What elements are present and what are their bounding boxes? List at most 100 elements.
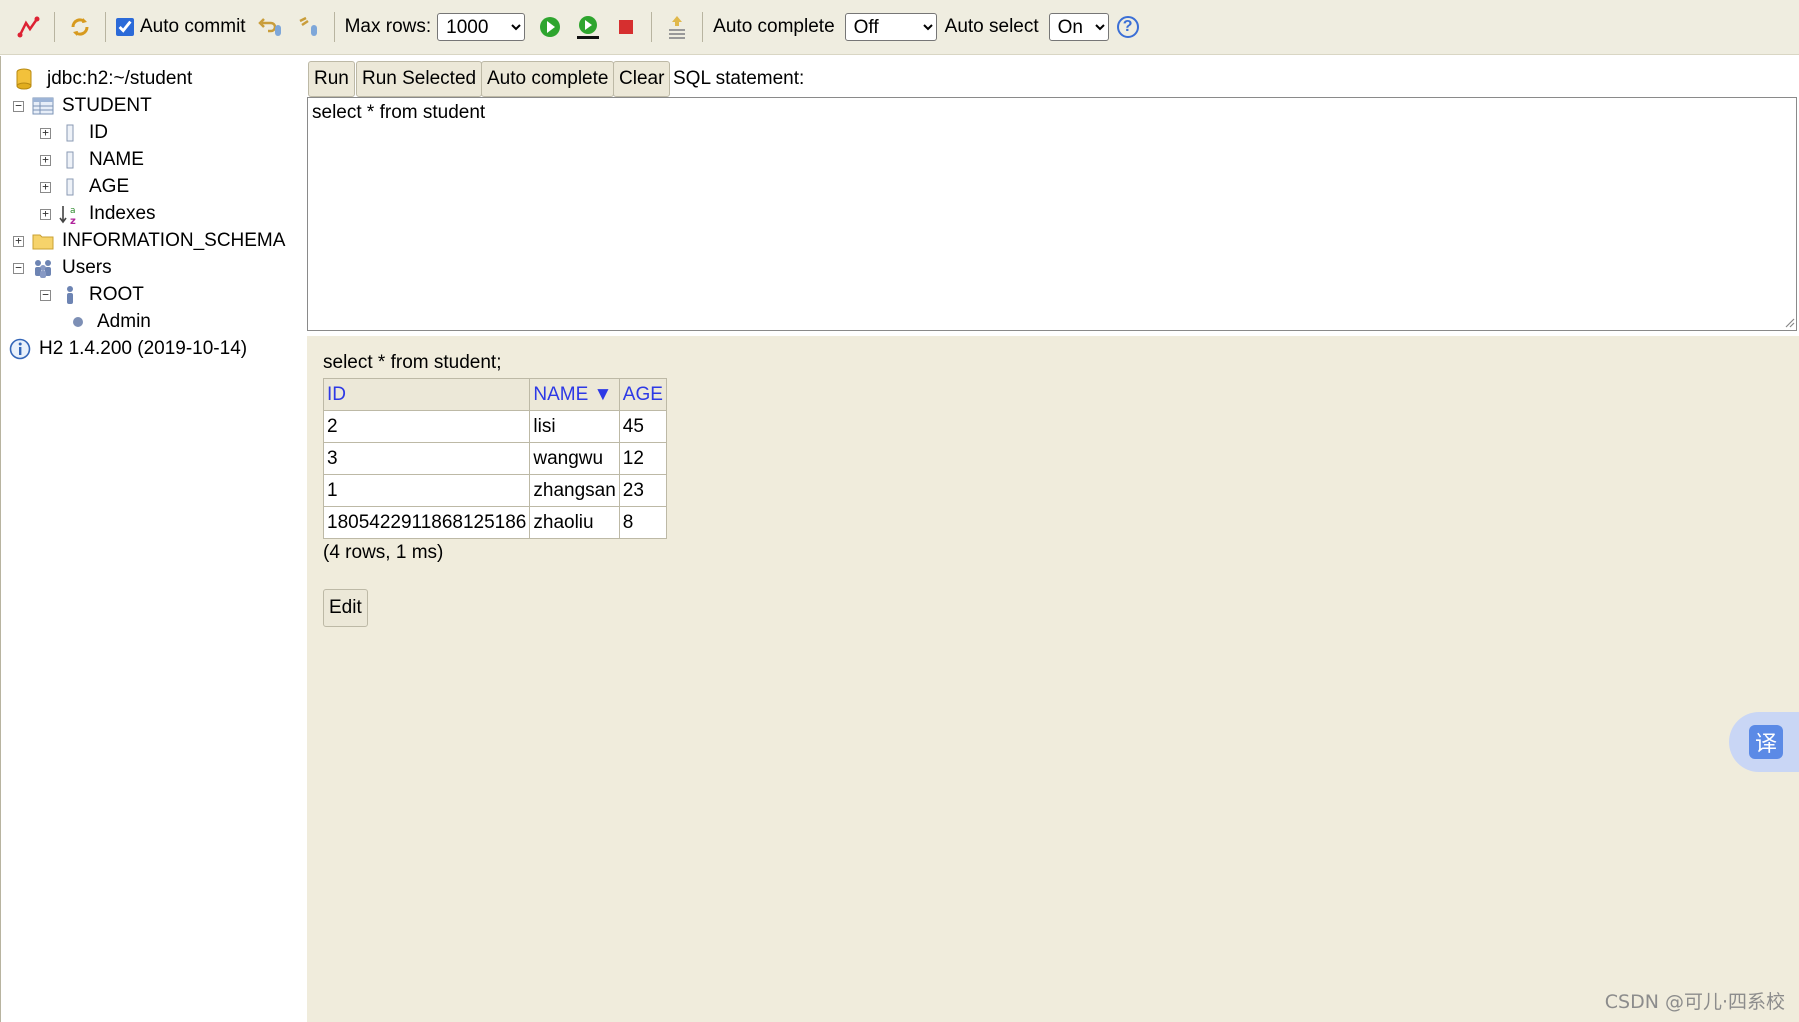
auto-commit-checkbox[interactable] bbox=[116, 18, 134, 36]
run-selected-icon[interactable] bbox=[573, 12, 603, 42]
auto-commit-label: Auto commit bbox=[140, 16, 246, 37]
help-icon[interactable]: ? bbox=[1116, 16, 1139, 38]
expand-toggle[interactable]: + bbox=[13, 235, 24, 247]
table-icon bbox=[32, 95, 54, 117]
connection-url: jdbc:h2:~/student bbox=[47, 68, 193, 89]
result-query: select * from student; bbox=[323, 352, 502, 373]
collapse-toggle[interactable]: − bbox=[13, 262, 24, 274]
cell-name: lisi bbox=[529, 410, 620, 443]
column-header-id[interactable]: ID bbox=[322, 378, 531, 411]
column-name: ID bbox=[89, 122, 108, 143]
info-icon bbox=[9, 338, 31, 360]
resize-grip-icon[interactable] bbox=[1783, 316, 1795, 328]
cell-id: 1 bbox=[322, 474, 531, 507]
tree-user-role[interactable]: Admin bbox=[67, 309, 151, 335]
toolbar-separator bbox=[105, 12, 106, 42]
tree-users[interactable]: − Users bbox=[13, 255, 112, 281]
toolbar-separator bbox=[702, 12, 704, 42]
history-icon[interactable] bbox=[662, 12, 692, 42]
toolbar-separator bbox=[651, 12, 653, 42]
indexes-label: Indexes bbox=[89, 203, 156, 224]
user-name: ROOT bbox=[89, 284, 144, 305]
tree-indexes[interactable]: + az Indexes bbox=[40, 201, 156, 227]
sql-editor[interactable]: select * from student bbox=[307, 97, 1797, 331]
users-icon bbox=[32, 257, 54, 279]
tree-column-age[interactable]: + AGE bbox=[40, 174, 129, 200]
tree-column-name[interactable]: + NAME bbox=[40, 147, 144, 173]
max-rows-label: Max rows: bbox=[344, 16, 432, 37]
disconnect-icon[interactable] bbox=[14, 12, 44, 42]
run-selected-button[interactable]: Run Selected bbox=[356, 61, 483, 97]
column-name: NAME bbox=[89, 149, 144, 170]
toolbar-separator bbox=[333, 12, 335, 42]
run-icon[interactable] bbox=[535, 12, 565, 42]
collapse-toggle[interactable]: − bbox=[40, 289, 51, 301]
cell-id: 2 bbox=[322, 410, 531, 443]
column-name: AGE bbox=[89, 176, 130, 197]
cell-name: wangwu bbox=[529, 442, 620, 475]
tree-information-schema[interactable]: + INFORMATION_SCHEMA bbox=[13, 228, 285, 254]
tree-user-root[interactable]: − ROOT bbox=[40, 282, 144, 308]
column-icon bbox=[59, 149, 81, 171]
schema-tree: jdbc:h2:~/student − STUDENT + ID + NAME … bbox=[0, 56, 307, 1022]
expand-toggle[interactable]: + bbox=[40, 154, 51, 166]
edit-button[interactable]: Edit bbox=[323, 589, 368, 627]
sql-panel: Run Run Selected Auto complete Clear SQL… bbox=[307, 56, 1799, 336]
table-row: 3 wangwu 12 bbox=[322, 442, 667, 475]
collapse-toggle[interactable]: − bbox=[13, 100, 24, 112]
index-sort-icon: az bbox=[59, 203, 81, 225]
run-button[interactable]: Run bbox=[308, 61, 355, 97]
expand-toggle[interactable]: + bbox=[40, 208, 51, 220]
expand-toggle[interactable]: + bbox=[40, 127, 51, 139]
cell-id: 1805422911868125186 bbox=[322, 506, 531, 539]
cell-age: 8 bbox=[618, 506, 667, 539]
translate-icon: 译 bbox=[1749, 725, 1783, 759]
table-row: 1 zhangsan 23 bbox=[322, 474, 667, 507]
table-name: STUDENT bbox=[62, 95, 152, 116]
users-label: Users bbox=[62, 257, 112, 278]
result-table: ID NAME ▼ AGE 2 lisi 45 3 wangwu 12 1 zh… bbox=[322, 378, 667, 539]
version-label: H2 1.4.200 (2019-10-14) bbox=[39, 338, 248, 359]
bullet-icon bbox=[67, 311, 89, 333]
cell-age: 45 bbox=[618, 410, 667, 443]
rollback-icon[interactable] bbox=[256, 12, 286, 42]
table-row: 1805422911868125186 zhaoliu 8 bbox=[322, 506, 667, 539]
table-row: 2 lisi 45 bbox=[322, 410, 667, 443]
sql-statement-label: SQL statement: bbox=[673, 68, 805, 89]
expand-toggle[interactable]: + bbox=[40, 181, 51, 193]
database-icon bbox=[13, 68, 35, 90]
toolbar-separator bbox=[54, 12, 55, 42]
tree-connection[interactable]: jdbc:h2:~/student bbox=[13, 66, 192, 92]
watermark: CSDN @可儿·四系校 bbox=[1604, 991, 1785, 1013]
auto-select-select[interactable]: On bbox=[1048, 13, 1109, 41]
auto-complete-select[interactable]: Off bbox=[844, 13, 937, 41]
toolbar: Auto commit Max rows: 1000 Auto complete… bbox=[0, 0, 1799, 55]
auto-complete-label: Auto complete bbox=[713, 16, 835, 37]
commit-icon[interactable] bbox=[294, 12, 324, 42]
schema-name: INFORMATION_SCHEMA bbox=[62, 230, 286, 251]
translate-widget[interactable]: 译 bbox=[1729, 712, 1799, 772]
svg-text:a: a bbox=[70, 206, 76, 216]
cell-id: 3 bbox=[322, 442, 531, 475]
column-icon bbox=[59, 122, 81, 144]
column-header-name[interactable]: NAME ▼ bbox=[529, 378, 620, 411]
svg-text:z: z bbox=[70, 216, 76, 225]
cell-age: 12 bbox=[618, 442, 667, 475]
cell-name: zhangsan bbox=[529, 474, 620, 507]
cell-name: zhaoliu bbox=[529, 506, 620, 539]
auto-complete-button[interactable]: Auto complete bbox=[481, 61, 615, 97]
max-rows-select[interactable]: 1000 bbox=[437, 13, 526, 41]
auto-select-label: Auto select bbox=[944, 16, 1039, 37]
clear-button[interactable]: Clear bbox=[613, 61, 671, 97]
tree-version: H2 1.4.200 (2019-10-14) bbox=[9, 336, 247, 362]
folder-icon bbox=[32, 230, 54, 252]
column-icon bbox=[59, 176, 81, 198]
stop-icon[interactable] bbox=[611, 12, 641, 42]
refresh-icon[interactable] bbox=[65, 12, 95, 42]
table-header-row: ID NAME ▼ AGE bbox=[322, 378, 667, 411]
column-header-age[interactable]: AGE bbox=[618, 378, 667, 411]
result-status: (4 rows, 1 ms) bbox=[323, 542, 444, 563]
tree-table-student[interactable]: − STUDENT bbox=[13, 93, 152, 119]
main-panel: Run Run Selected Auto complete Clear SQL… bbox=[307, 56, 1799, 1022]
tree-column-id[interactable]: + ID bbox=[40, 120, 108, 146]
